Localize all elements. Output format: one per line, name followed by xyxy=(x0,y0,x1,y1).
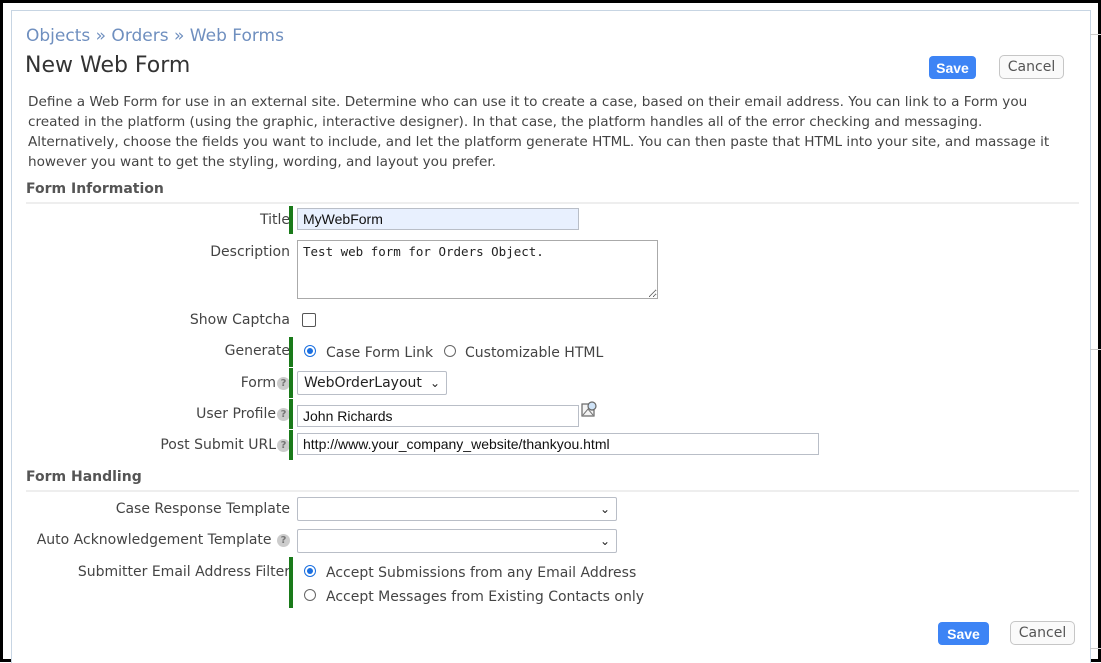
cancel-button-bottom[interactable]: Cancel xyxy=(1010,621,1075,645)
required-indicator xyxy=(289,557,293,608)
section-form-handling: Form Handling xyxy=(26,469,1079,492)
user-profile-label: User Profile? xyxy=(196,406,290,422)
breadcrumb[interactable]: Objects » Orders » Web Forms xyxy=(26,26,284,46)
required-indicator xyxy=(289,399,293,429)
divider xyxy=(1090,349,1101,350)
chevron-down-icon: ⌄ xyxy=(599,502,610,516)
auto-ack-template-label: Auto Acknowledgement Template ? xyxy=(37,532,290,548)
title-label: Title xyxy=(259,212,290,228)
form-label-text: Form xyxy=(240,375,276,391)
chevron-down-icon: ⌄ xyxy=(429,376,440,390)
description-textarea[interactable]: Test web form for Orders Object. xyxy=(297,240,658,299)
generate-label: Generate xyxy=(224,343,290,359)
page-description: Define a Web Form for use in an external… xyxy=(28,94,1050,170)
show-captcha-checkbox[interactable] xyxy=(302,313,316,327)
page-title: New Web Form xyxy=(25,53,191,78)
user-profile-label-text: User Profile xyxy=(196,406,276,422)
save-button-bottom[interactable]: Save xyxy=(938,622,989,645)
email-filter-option-label[interactable]: Accept Submissions from any Email Addres… xyxy=(326,565,636,581)
auto-ack-template-label-text: Auto Acknowledgement Template xyxy=(36,532,272,548)
generate-option-label[interactable]: Customizable HTML xyxy=(465,345,603,361)
email-filter-option-label[interactable]: Accept Messages from Existing Contacts o… xyxy=(326,589,644,605)
case-response-template-label: Case Response Template xyxy=(115,501,290,517)
required-indicator xyxy=(289,337,293,367)
cancel-button-top[interactable]: Cancel xyxy=(999,55,1064,79)
required-indicator xyxy=(289,206,293,234)
auto-ack-template-select[interactable]: ⌄ xyxy=(297,529,617,553)
show-captcha-label: Show Captcha xyxy=(189,312,290,328)
save-button-top[interactable]: Save xyxy=(929,56,976,79)
description-label: Description xyxy=(210,244,290,260)
form-select-value: WebOrderLayout xyxy=(304,375,422,391)
email-filter-any-radio[interactable] xyxy=(304,565,316,577)
user-profile-input[interactable] xyxy=(297,405,579,427)
email-filter-contacts-radio[interactable] xyxy=(304,589,316,601)
email-filter-label: Submitter Email Address Filter xyxy=(77,564,290,580)
generate-customizable-html-radio[interactable] xyxy=(444,345,456,357)
title-input[interactable] xyxy=(297,208,579,230)
divider xyxy=(1090,34,1101,35)
section-form-information: Form Information xyxy=(26,181,1079,204)
required-indicator xyxy=(289,430,293,460)
lookup-magnifier-icon[interactable] xyxy=(581,401,598,418)
post-submit-url-input[interactable] xyxy=(297,433,819,455)
post-submit-url-label: Post Submit URL? xyxy=(160,437,290,453)
help-icon[interactable]: ? xyxy=(277,534,290,547)
divider xyxy=(1090,648,1101,649)
generate-case-form-link-radio[interactable] xyxy=(304,345,316,357)
required-indicator xyxy=(289,368,293,398)
form-select[interactable]: WebOrderLayout ⌄ xyxy=(297,371,447,395)
post-submit-url-label-text: Post Submit URL xyxy=(160,437,276,453)
case-response-template-select[interactable]: ⌄ xyxy=(297,497,617,521)
form-label: Form? xyxy=(241,375,290,391)
generate-option-label[interactable]: Case Form Link xyxy=(326,345,433,361)
chevron-down-icon: ⌄ xyxy=(599,534,610,548)
